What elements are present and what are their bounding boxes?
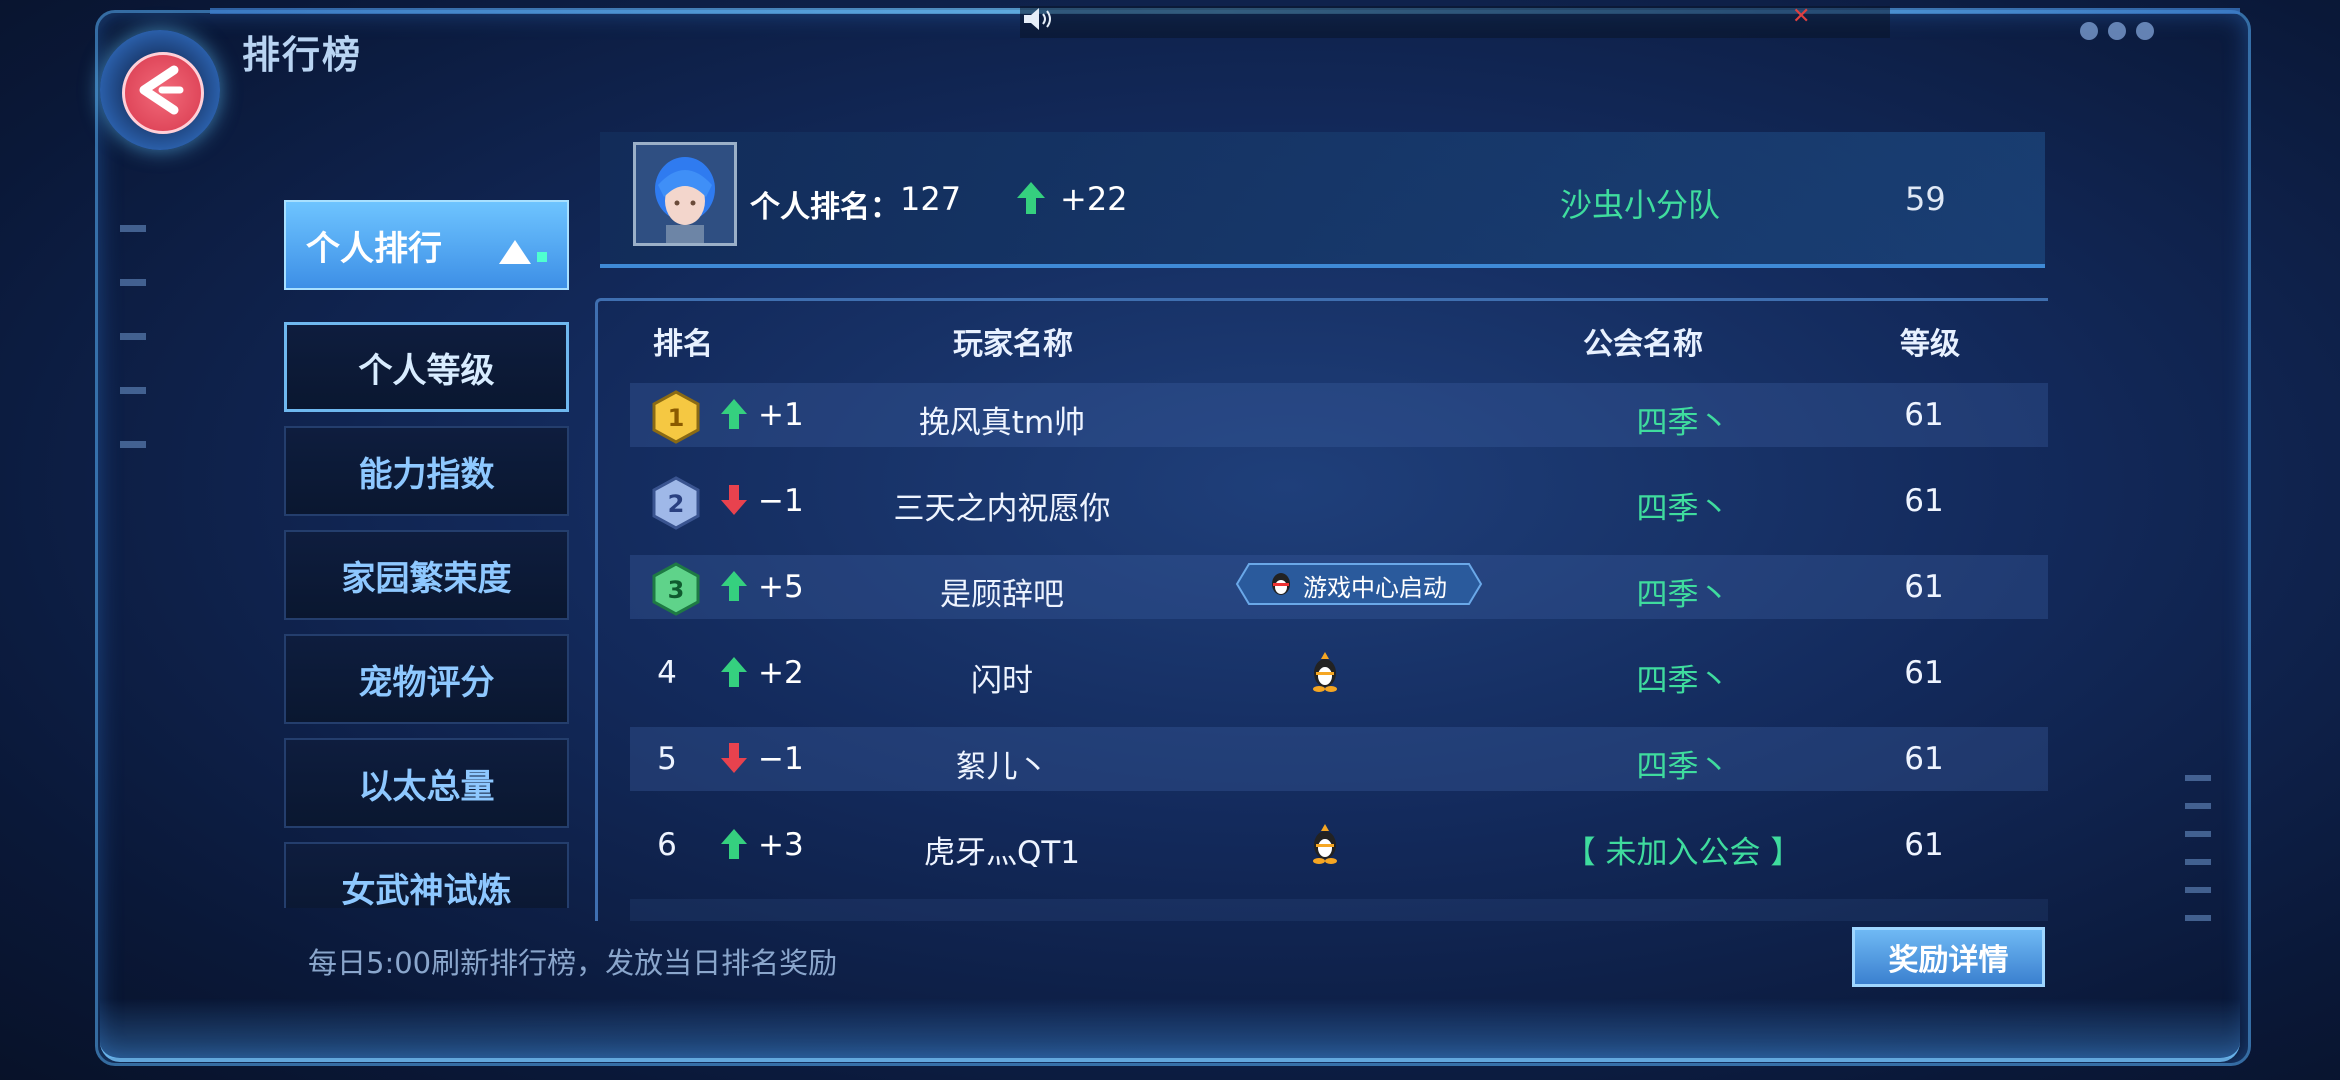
reward-details-button[interactable]: 奖励详情	[1852, 927, 2045, 987]
svg-text:1: 1	[668, 404, 685, 432]
right-ticks	[2185, 775, 2211, 943]
svg-text:3: 3	[668, 576, 685, 604]
menu-item-personal-rank[interactable]: 个人排行	[284, 200, 569, 290]
menu-item-personal-level[interactable]: 个人等级	[284, 322, 569, 412]
header-guild: 公会名称	[1583, 327, 1703, 362]
player-level: 61	[1904, 655, 1944, 691]
rank-change: +3	[758, 827, 804, 863]
window-dots	[2080, 22, 2154, 40]
my-rank-label: 个人排名：	[750, 190, 900, 225]
rank-change: −1	[758, 741, 804, 777]
player-level: 61	[1904, 569, 1944, 605]
table-row[interactable]: 2 −1 三天之内祝愿你 四季丶 61	[630, 469, 2048, 533]
frame-bottom-glow	[100, 998, 2240, 1062]
player-level: 61	[1904, 827, 1944, 863]
gold-medal-icon: 1	[652, 390, 700, 444]
qq-penguin-icon	[1313, 652, 1337, 692]
back-button[interactable]	[100, 30, 220, 150]
rank-change: +1	[758, 397, 804, 433]
arrow-up-icon	[721, 571, 747, 601]
table-row[interactable]	[630, 899, 2048, 921]
player-level: 61	[1904, 397, 1944, 433]
header-player: 玩家名称	[953, 327, 1073, 362]
rank-change: −1	[758, 483, 804, 519]
volume-icon[interactable]	[1022, 6, 1056, 32]
menu-item-label: 宠物评分	[358, 662, 495, 703]
volume-bar[interactable]	[1020, 6, 1890, 38]
guild-name[interactable]: 四季丶	[1533, 741, 1833, 786]
menu-item-label: 家园繁荣度	[341, 558, 512, 599]
arrow-up-icon	[721, 399, 747, 429]
player-name[interactable]: 闪时	[812, 655, 1192, 700]
table-row[interactable]: 4 +2 闪时 四季丶 61	[630, 641, 2048, 705]
game-center-tag-label: 游戏中心启动	[1303, 574, 1447, 602]
svg-text:2: 2	[668, 490, 685, 518]
player-name[interactable]: 是顾辞吧	[812, 569, 1192, 614]
square-icon	[537, 252, 547, 262]
triangle-icon	[499, 240, 531, 264]
header-level: 等级	[1900, 327, 1960, 362]
guild-name[interactable]: 四季丶	[1533, 397, 1833, 442]
rank-change: +2	[758, 655, 804, 691]
menu-item-home-prosperity[interactable]: 家园繁荣度	[284, 530, 569, 620]
rank-change: +5	[758, 569, 804, 605]
back-arrow-icon	[139, 65, 184, 115]
arrow-down-icon	[721, 485, 747, 515]
menu-item-label: 女武神试炼	[341, 870, 512, 909]
table-row[interactable]: 5 −1 絮儿丶 四季丶 61	[630, 727, 2048, 791]
qq-penguin-icon	[1313, 824, 1337, 864]
header-rank: 排名	[653, 327, 713, 362]
arrow-up-icon	[721, 657, 747, 687]
player-name[interactable]: 絮儿丶	[812, 741, 1192, 786]
avatar[interactable]	[633, 142, 737, 246]
menu-item-label: 以太总量	[358, 766, 495, 807]
my-rank-panel: 个人排名： 127 +22 沙虫小分队 59	[600, 132, 2045, 268]
rank-number: 6	[657, 827, 677, 863]
refresh-note: 每日5:00刷新排行榜，发放当日排名奖励	[308, 946, 838, 980]
rank-number: 4	[657, 655, 677, 691]
silver-medal-icon: 2	[652, 476, 700, 530]
bronze-medal-icon: 3	[652, 562, 700, 616]
guild-name[interactable]: 四季丶	[1533, 569, 1833, 614]
game-center-tag[interactable]: 游戏中心启动	[1235, 562, 1483, 606]
mute-icon: ✕	[1792, 4, 1811, 29]
player-name[interactable]: 挽风真tm帅	[812, 397, 1192, 442]
player-level: 61	[1904, 483, 1944, 519]
my-rank-value: 127	[900, 180, 962, 218]
arrow-down-icon	[721, 743, 747, 773]
menu-item-ability-index[interactable]: 能力指数	[284, 426, 569, 516]
player-level: 61	[1904, 741, 1944, 777]
menu-item-valkyrie-trial[interactable]: 女武神试炼	[284, 842, 569, 908]
my-level: 59	[1905, 180, 1946, 218]
menu-item-ether-total[interactable]: 以太总量	[284, 738, 569, 828]
menu-item-pet-score[interactable]: 宠物评分	[284, 634, 569, 724]
table-row[interactable]: 3 +5 是顾辞吧 游戏中心启动 四季丶 61	[630, 555, 2048, 619]
player-name[interactable]: 三天之内祝愿你	[812, 483, 1192, 528]
rank-number: 5	[657, 741, 677, 777]
my-guild-name: 沙虫小分队	[1560, 186, 1721, 224]
guild-name[interactable]: 四季丶	[1533, 655, 1833, 700]
ranking-table[interactable]: 排名 玩家名称 公会名称 等级 1 +1 挽风真tm帅 四季丶 61 2 −1 …	[595, 298, 2048, 921]
player-name[interactable]: 虎牙灬QT1	[812, 827, 1192, 872]
left-ticks	[120, 225, 146, 495]
menu-item-label: 个人排行	[306, 228, 442, 269]
menu-item-label: 能力指数	[358, 454, 495, 495]
arrow-up-icon	[721, 829, 747, 859]
category-menu: 个人排行 个人等级 能力指数 家园繁荣度 宠物评分 以太总量 女武神试炼	[284, 200, 569, 908]
guild-name[interactable]: 【 未加入公会 】	[1533, 827, 1833, 872]
table-row[interactable]: 1 +1 挽风真tm帅 四季丶 61	[630, 383, 2048, 447]
guild-name[interactable]: 四季丶	[1533, 483, 1833, 528]
table-row[interactable]: 6 +3 虎牙灬QT1 【 未加入公会 】 61	[630, 813, 2048, 877]
arrow-up-icon	[1017, 182, 1045, 214]
menu-item-label: 个人等级	[358, 350, 495, 391]
page-title: 排行榜	[242, 33, 363, 77]
my-rank-change: +22	[1060, 180, 1128, 218]
